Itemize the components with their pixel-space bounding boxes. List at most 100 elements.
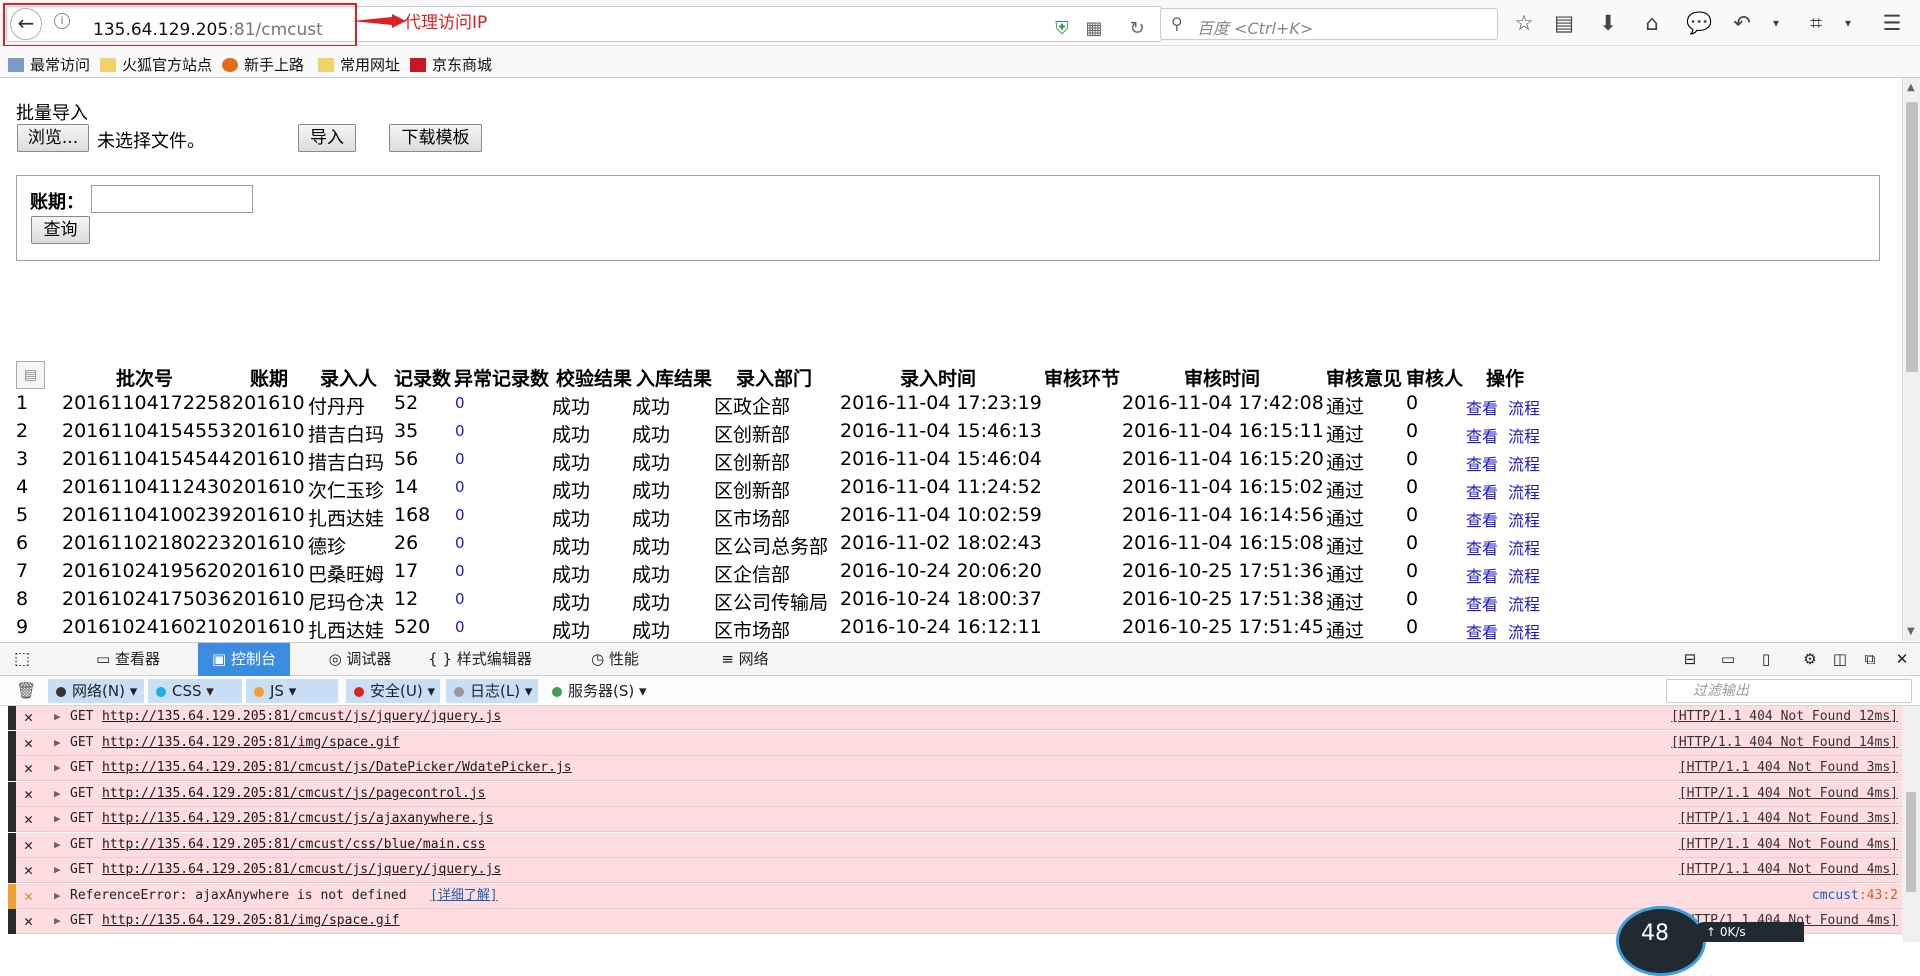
request-url[interactable]: http://135.64.129.205:81/img/space.gif [102, 909, 399, 933]
filter-network[interactable]: 网络(N) ▾ [48, 679, 144, 703]
console-request-line[interactable]: ✕ ▶ GET http://135.64.129.205:81/cmcust/js/… [8, 807, 1912, 832]
view-link[interactable]: 查看 [1466, 619, 1498, 641]
undo-icon[interactable]: ↶ [1730, 12, 1754, 34]
menu-icon[interactable]: ☰ [1880, 12, 1904, 34]
tab-network[interactable]: ≡ 网络 [690, 643, 800, 676]
cell-abnormal-count[interactable]: 0 [455, 450, 465, 468]
flow-link[interactable]: 流程 [1508, 479, 1540, 503]
scratchpad-icon[interactable]: ▭ [1714, 643, 1742, 676]
download-template-button[interactable]: 下载模板 [389, 124, 482, 152]
view-link[interactable]: 查看 [1466, 423, 1498, 447]
bookmark-getting-started[interactable]: 新手上路 [222, 54, 304, 75]
console-request-line[interactable]: ✕ ▶ GET http://135.64.129.205:81/cmcust/css… [8, 832, 1912, 858]
console-request-line[interactable]: ✕ ▶ GET http://135.64.129.205:81/cmcust/js/… [8, 781, 1912, 807]
request-url[interactable]: http://135.64.129.205:81/cmcust/js/DateP… [102, 756, 572, 780]
tab-performance[interactable]: ◷ 性能 [560, 643, 670, 676]
view-link[interactable]: 查看 [1466, 395, 1498, 419]
expand-icon[interactable]: ▶ [54, 782, 61, 806]
period-input[interactable] [91, 185, 253, 213]
reload-icon[interactable]: ↻ [1127, 20, 1147, 38]
console-scrollbar[interactable] [1902, 706, 1920, 942]
reading-list-icon[interactable]: ▤ [1552, 12, 1576, 34]
query-button[interactable]: 查询 [31, 216, 90, 244]
page-scrollbar[interactable]: ▲ ▼ [1902, 78, 1920, 641]
filter-js[interactable]: JS ▾ [246, 679, 338, 703]
view-link[interactable]: 查看 [1466, 479, 1498, 503]
request-url[interactable]: http://135.64.129.205:81/cmcust/js/ajaxa… [102, 807, 493, 831]
flow-link[interactable]: 流程 [1508, 619, 1540, 641]
tab-console[interactable]: ▣ 控制台 [198, 643, 290, 676]
tab-inspector[interactable]: ▭ 查看器 [58, 643, 198, 676]
close-devtools-icon[interactable]: ✕ [1888, 643, 1916, 676]
tab-style-editor[interactable]: { } 样式编辑器 [420, 643, 540, 676]
import-button[interactable]: 导入 [298, 124, 356, 152]
cell-abnormal-count[interactable]: 0 [455, 562, 465, 580]
dropdown-icon[interactable]: ▾ [1836, 12, 1860, 34]
flow-link[interactable]: 流程 [1508, 535, 1540, 559]
dropdown-icon[interactable]: ▾ [1764, 12, 1788, 34]
expand-icon[interactable]: ▶ [54, 833, 61, 857]
tab-debugger[interactable]: ◎ 调试器 [300, 643, 420, 676]
request-url[interactable]: http://135.64.129.205:81/cmcust/css/blue… [102, 833, 486, 857]
console-request-line[interactable]: ✕ ▶ GET http://135.64.129.205:81/cmcust/js/… [8, 706, 1912, 730]
error-source-link[interactable]: cmcust:43:2 [1812, 884, 1898, 908]
cell-abnormal-count[interactable]: 0 [455, 618, 465, 636]
cell-abnormal-count[interactable]: 0 [455, 534, 465, 552]
view-link[interactable]: 查看 [1466, 591, 1498, 615]
console-request-line[interactable]: ✕ ▶ GET http://135.64.129.205:81/img/space.… [8, 730, 1912, 756]
scrollbar-thumb[interactable] [1906, 102, 1918, 372]
expand-icon[interactable]: ▶ [54, 884, 61, 908]
filter-server[interactable]: 服务器(S) ▾ [544, 679, 654, 703]
expand-icon[interactable]: ▶ [54, 807, 61, 831]
expand-icon[interactable]: ▶ [54, 731, 61, 755]
request-status[interactable]: [HTTP/1.1 404 Not Found 3ms] [1679, 807, 1898, 831]
cell-abnormal-count[interactable]: 0 [455, 422, 465, 440]
bookmark-firefox-site[interactable]: 火狐官方站点 [100, 54, 212, 75]
request-status[interactable]: [HTTP/1.1 404 Not Found 14ms] [1671, 731, 1898, 755]
bookmark-common-sites[interactable]: 常用网址 [318, 54, 400, 75]
bookmark-star-icon[interactable]: ☆ [1512, 12, 1536, 34]
console-filter-input[interactable]: 过滤输出 [1666, 679, 1912, 703]
request-status[interactable]: [HTTP/1.1 404 Not Found 4ms] [1679, 782, 1898, 806]
console-request-line[interactable]: ✕ ▶ GET http://135.64.129.205:81/cmcust/js/… [8, 756, 1912, 781]
cell-abnormal-count[interactable]: 0 [455, 590, 465, 608]
cell-abnormal-count[interactable]: 0 [455, 394, 465, 412]
search-box[interactable]: ⚲ 百度 <Ctrl+K> [1160, 8, 1498, 40]
view-link[interactable]: 查看 [1466, 563, 1498, 587]
bookmark-most-visited[interactable]: 最常访问 [8, 54, 90, 75]
filter-security[interactable]: 安全(U) ▾ [346, 679, 440, 703]
split-console-icon[interactable]: ⊟ [1676, 643, 1704, 676]
expand-icon[interactable]: ▶ [54, 909, 61, 933]
scrollbar-thumb[interactable] [1906, 792, 1916, 892]
browse-button[interactable]: 浏览... [17, 124, 89, 152]
request-status[interactable]: [HTTP/1.1 404 Not Found 4ms] [1679, 833, 1898, 857]
view-link[interactable]: 查看 [1466, 507, 1498, 531]
responsive-design-icon[interactable]: ▯ [1752, 643, 1780, 676]
qr-code-icon[interactable]: ▦ [1084, 20, 1104, 38]
trash-icon[interactable]: 🗑 [16, 681, 36, 700]
pick-element-icon[interactable]: ⬚ [8, 643, 36, 676]
cell-abnormal-count[interactable]: 0 [455, 506, 465, 524]
console-error-line[interactable]: ✕ ▶ ReferenceError: ajaxAnywhere is not de… [8, 883, 1912, 909]
view-link[interactable]: 查看 [1466, 535, 1498, 559]
flow-link[interactable]: 流程 [1508, 507, 1540, 531]
request-status[interactable]: [HTTP/1.1 404 Not Found 4ms] [1679, 858, 1898, 882]
request-url[interactable]: http://135.64.129.205:81/cmcust/js/pagec… [102, 782, 486, 806]
dock-side-icon[interactable]: ◫ [1826, 643, 1854, 676]
console-request-line[interactable]: ✕ ▶ GET http://135.64.129.205:81/cmcust/js/… [8, 858, 1912, 883]
crop-icon[interactable]: ⌗ [1804, 12, 1828, 34]
download-icon[interactable]: ⬇ [1596, 12, 1620, 34]
request-url[interactable]: http://135.64.129.205:81/img/space.gif [102, 731, 399, 755]
expand-icon[interactable]: ▶ [54, 706, 61, 729]
request-url[interactable]: http://135.64.129.205:81/cmcust/js/jquer… [102, 858, 501, 882]
scroll-up-icon[interactable]: ▲ [1907, 82, 1915, 93]
home-icon[interactable]: ⌂ [1640, 12, 1664, 34]
chat-icon[interactable]: 💬 [1686, 12, 1712, 34]
shield-icon[interactable]: ⛨ [1052, 20, 1072, 38]
scroll-down-icon[interactable]: ▼ [1907, 626, 1915, 637]
flow-link[interactable]: 流程 [1508, 451, 1540, 475]
flow-link[interactable]: 流程 [1508, 563, 1540, 587]
expand-icon[interactable]: ▶ [54, 756, 61, 780]
speed-widget[interactable]: 48 [1616, 906, 1706, 976]
flow-link[interactable]: 流程 [1508, 395, 1540, 419]
